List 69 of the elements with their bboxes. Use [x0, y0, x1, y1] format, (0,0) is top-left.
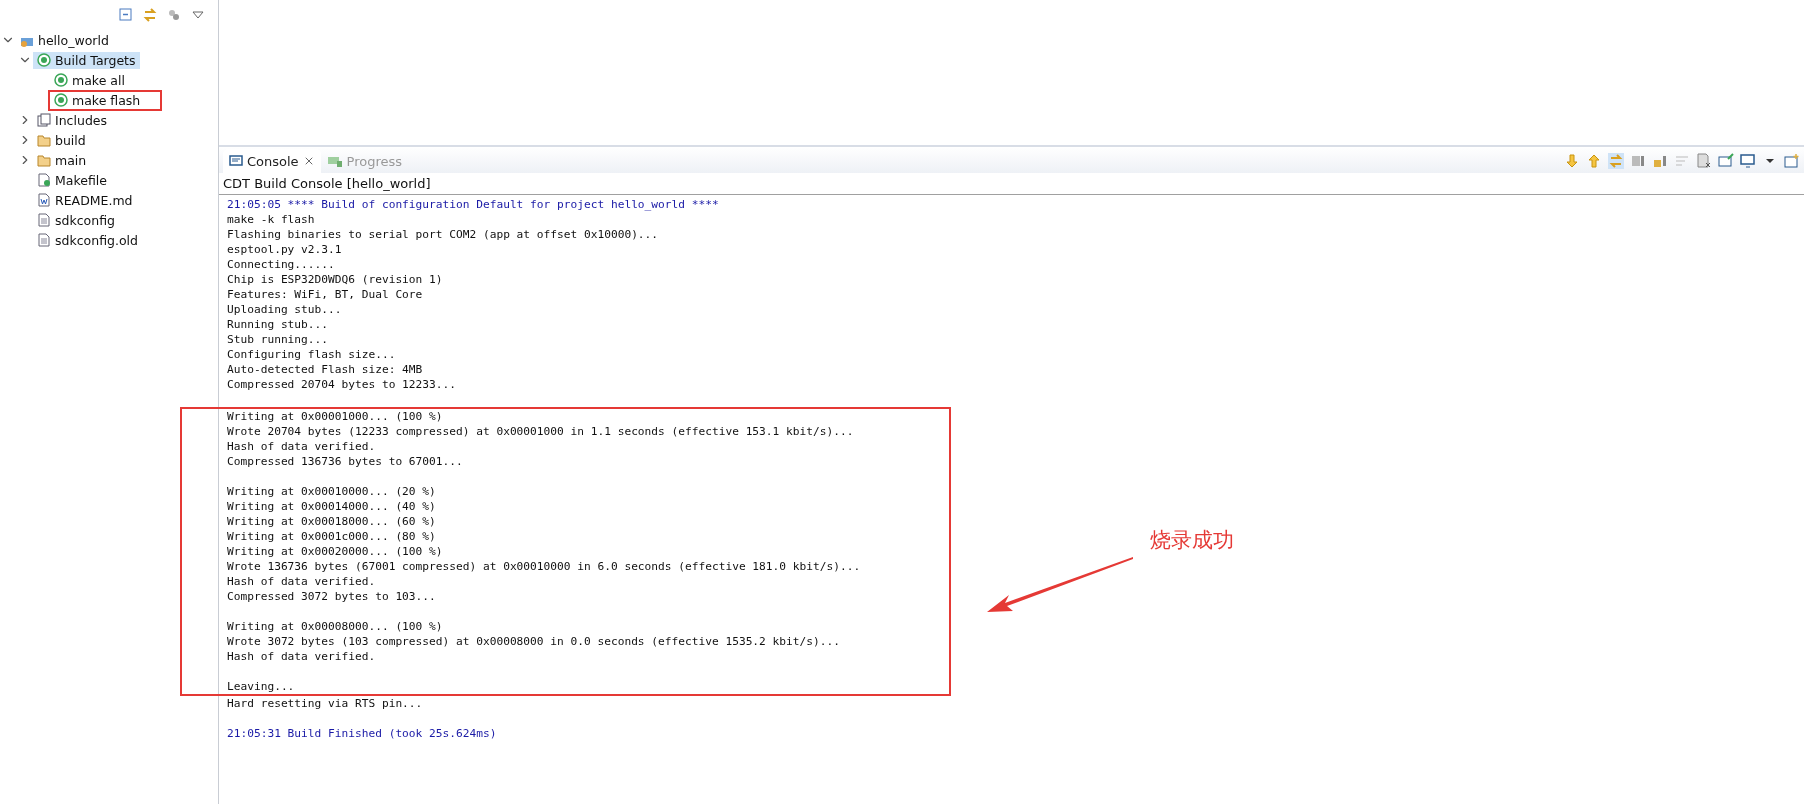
console-line: Hard resetting via RTS pin...: [227, 696, 424, 711]
makefile-icon: [37, 173, 51, 187]
console-line: Leaving...: [227, 679, 296, 694]
document-icon: [37, 193, 51, 207]
console-line: 21:05:05 **** Build of configuration Default for project hello_world ****: [227, 197, 720, 212]
console-line: Compressed 3072 bytes to 103...: [227, 589, 437, 604]
view-tab[interactable]: Console: [223, 149, 321, 173]
console-line: Writing at 0x00010000... (20 %): [227, 484, 437, 499]
console-line: Running stub...: [227, 317, 330, 332]
console-line: Hash of data verified.: [227, 649, 377, 664]
console-line: 21:05:31 Build Finished (took 25s.624ms): [227, 726, 498, 741]
console-line: Configuring flash size...: [227, 347, 397, 362]
file-icon: [37, 233, 51, 247]
annotation-text: 烧录成功: [1150, 527, 1234, 554]
tree-item[interactable]: make all: [50, 71, 129, 89]
console-title: CDT Build Console [hello_world]: [219, 173, 1804, 195]
console-line: Writing at 0x00008000... (100 %): [227, 619, 444, 634]
new-console-icon[interactable]: [1784, 153, 1800, 169]
tree-item[interactable]: Includes: [33, 111, 111, 129]
file-icon: [37, 213, 51, 227]
link-arrows-icon[interactable]: [1608, 153, 1624, 169]
tree-item[interactable]: sdkconfig.old: [33, 231, 142, 249]
filter-icon[interactable]: [166, 7, 182, 23]
console-line: Writing at 0x00018000... (60 %): [227, 514, 437, 529]
folder-icon: [37, 133, 51, 147]
console-line: Uploading stub...: [227, 302, 343, 317]
display-console-icon[interactable]: [1718, 153, 1734, 169]
console-line: Compressed 20704 bytes to 12233...: [227, 377, 457, 392]
console-line: Chip is ESP32D0WDQ6 (revision 1): [227, 272, 444, 287]
tree-item[interactable]: Makefile: [33, 171, 111, 189]
console-line: Hash of data verified.: [227, 574, 377, 589]
progress-icon: [326, 154, 343, 168]
monitor-icon[interactable]: [1740, 153, 1756, 169]
console-line: Writing at 0x00001000... (100 %): [227, 409, 444, 424]
console-line: Connecting......: [227, 257, 336, 272]
console-line: Writing at 0x0001c000... (80 %): [227, 529, 437, 544]
console-icon: [229, 154, 243, 168]
console-line: Writing at 0x00014000... (40 %): [227, 499, 437, 514]
arrow-down-icon[interactable]: [1564, 153, 1580, 169]
target-icon: [37, 53, 51, 67]
collapse-all-icon[interactable]: [118, 7, 134, 23]
tree-item[interactable]: README.md: [33, 191, 137, 209]
tree-item[interactable]: main: [33, 151, 91, 169]
tree-item[interactable]: build: [33, 131, 90, 149]
tree-item[interactable]: hello_world: [16, 31, 113, 49]
console-line: Writing at 0x00020000... (100 %): [227, 544, 444, 559]
console-line: esptool.py v2.3.1: [227, 242, 343, 257]
console-line: Wrote 20704 bytes (12233 compressed) at 0x00001000 in 1.1 seconds (effective 153.1 kbit/s)...: [227, 424, 855, 439]
target-icon: [54, 73, 68, 87]
console-line: Features: WiFi, BT, Dual Core: [227, 287, 424, 302]
pin-console-icon[interactable]: [1630, 153, 1646, 169]
link-arrows-icon[interactable]: [142, 7, 158, 23]
includes-icon: [37, 113, 51, 127]
console-line: Wrote 3072 bytes (103 compressed) at 0x00008000 in 0.0 seconds (effective 1535.2 kbit/s)...: [227, 634, 841, 649]
console-line: Stub running...: [227, 332, 330, 347]
tree-item[interactable]: sdkconfig: [33, 211, 119, 229]
console-line: Auto-detected Flash size: 4MB: [227, 362, 424, 377]
console-line: Compressed 136736 bytes to 67001...: [227, 454, 464, 469]
console-line: Hash of data verified.: [227, 439, 377, 454]
clear-console-icon[interactable]: [1696, 153, 1712, 169]
target-icon: [54, 93, 68, 107]
console-line: Flashing binaries to serial port COM2 (app at offset 0x10000)...: [227, 227, 660, 242]
tree-item[interactable]: make flash: [50, 91, 161, 109]
folder-icon: [37, 153, 51, 167]
arrow-up-icon[interactable]: [1586, 153, 1602, 169]
console-line: make -k flash: [227, 212, 316, 227]
lock-console-icon[interactable]: [1652, 153, 1668, 169]
console-line: Wrote 136736 bytes (67001 compressed) at 0x00010000 in 6.0 seconds (effective 181.0 kbit/s)...: [227, 559, 862, 574]
tree-item[interactable]: Build Targets: [33, 51, 140, 69]
